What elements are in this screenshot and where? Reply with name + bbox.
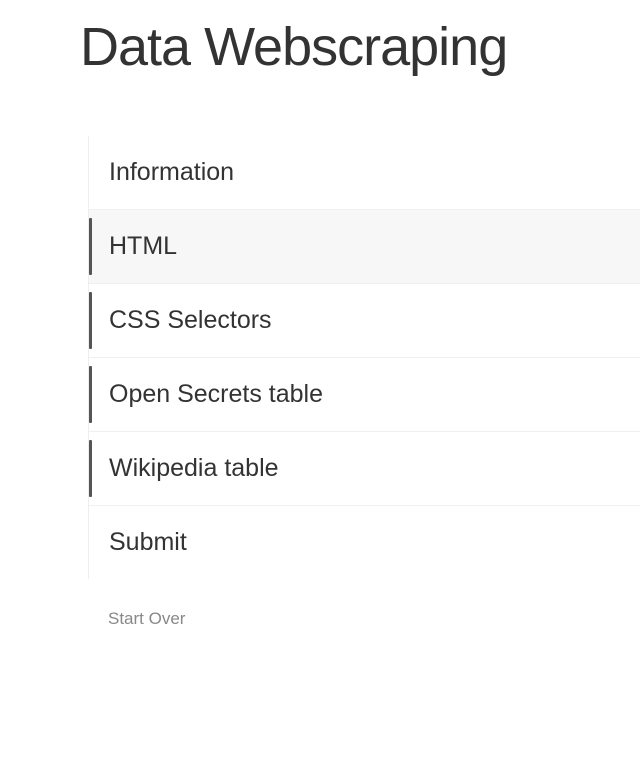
nav-item-information[interactable]: Information [89, 136, 640, 210]
nav-item-label: Wikipedia table [109, 454, 279, 482]
nav-indicator [89, 218, 92, 275]
nav-indicator [89, 366, 92, 423]
nav-item-label: Submit [109, 528, 187, 556]
nav-item-submit[interactable]: Submit [89, 506, 640, 579]
nav-item-label: CSS Selectors [109, 306, 272, 334]
nav-indicator [89, 292, 92, 349]
page-title: Data Webscraping [0, 0, 640, 78]
nav-item-label: Information [109, 158, 234, 186]
nav-item-wikipedia-table[interactable]: Wikipedia table [89, 432, 640, 506]
nav-item-html[interactable]: HTML [89, 210, 640, 284]
nav-item-label: HTML [109, 232, 177, 260]
nav-indicator [89, 440, 92, 497]
nav-item-open-secrets-table[interactable]: Open Secrets table [89, 358, 640, 432]
nav-item-label: Open Secrets table [109, 380, 323, 408]
nav-item-css-selectors[interactable]: CSS Selectors [89, 284, 640, 358]
nav-list: Information HTML CSS Selectors Open Secr… [88, 136, 640, 579]
start-over-link[interactable]: Start Over [108, 609, 185, 629]
